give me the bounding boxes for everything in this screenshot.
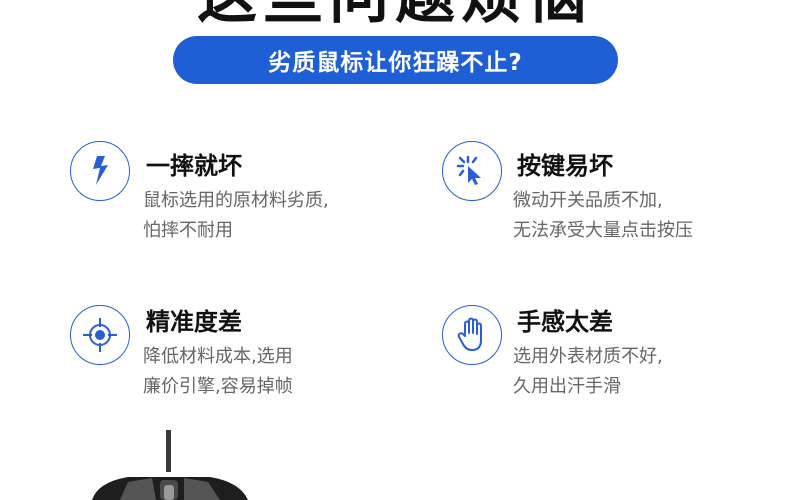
headline: 这些问题烦恼 [0, 0, 790, 30]
feature-desc-line1: 鼠标选用的原材料劣质, [143, 190, 329, 211]
subtitle-banner: 劣质鼠标让你狂躁不止? [173, 36, 618, 84]
feature-desc-line2: 久用出汗手滑 [513, 376, 621, 397]
feature-desc-line2: 无法承受大量点击按压 [513, 220, 693, 241]
feature-title: 精准度差 [146, 308, 242, 336]
feature-desc-line1: 选用外表材质不好, [513, 346, 663, 367]
feature-desc-line1: 微动开关品质不加, [513, 190, 663, 211]
lightning-icon [70, 141, 130, 201]
hand-icon [442, 305, 502, 365]
feature-desc-line1: 降低材料成本,选用 [143, 346, 293, 367]
click-cursor-icon [442, 141, 502, 201]
mouse-product-image [80, 430, 280, 500]
crosshair-icon [70, 305, 130, 365]
feature-title: 按键易坏 [517, 152, 613, 180]
feature-title: 手感太差 [517, 308, 613, 336]
feature-desc-line2: 廉价引擎,容易掉帧 [143, 376, 293, 397]
subtitle-text: 劣质鼠标让你狂躁不止? [268, 50, 523, 76]
feature-title: 一摔就坏 [146, 152, 242, 180]
feature-desc-line2: 怕摔不耐用 [143, 220, 233, 241]
